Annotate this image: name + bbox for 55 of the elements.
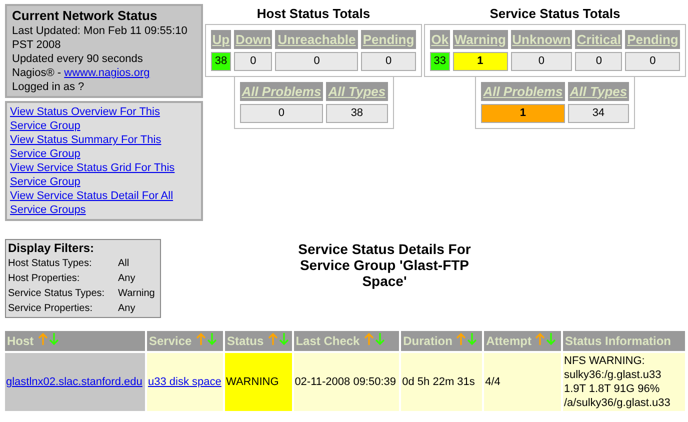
count-cell: 0 <box>575 52 622 70</box>
sort-arrows-icon[interactable] <box>268 332 290 346</box>
status-cell: WARNING <box>225 353 292 411</box>
count-cell: 1 <box>452 52 508 70</box>
column-header: Last Check <box>294 331 400 351</box>
section-title: Host Status Totals <box>256 5 370 23</box>
view-link[interactable]: View Status Summary For This Service Group <box>10 133 198 161</box>
website-link[interactable]: wwww.nagios.org <box>64 67 150 79</box>
column-header: Status Information <box>563 331 685 351</box>
sort-arrows-icon[interactable] <box>535 332 558 346</box>
view-link[interactable]: View Status Overview For This Service Group <box>10 105 198 133</box>
filters-title: Display Filters: <box>8 241 96 256</box>
count-cell: 34 <box>568 104 629 122</box>
filter-label: Service Properties: <box>8 302 94 316</box>
sort-arrows-icon[interactable] <box>196 332 218 346</box>
column-header: Host <box>5 331 145 351</box>
last-check-cell: 02-11-2008 09:50:39 <box>294 353 400 411</box>
info-text: Logged in as ? <box>12 80 86 94</box>
count-cell: 38 <box>326 104 388 122</box>
count-cell: 33 <box>430 52 450 70</box>
count-cell: 0 <box>625 52 680 70</box>
section-title: Service Status Totals <box>490 5 620 23</box>
sort-arrows-icon[interactable] <box>364 332 386 346</box>
filter-value: Any <box>118 272 136 286</box>
column-header: Duration <box>401 331 482 351</box>
service-link[interactable]: u33 disk space <box>148 376 222 388</box>
column-header: Attempt <box>484 331 561 351</box>
sort-arrows-icon[interactable] <box>38 332 60 346</box>
filter-value: All <box>118 257 130 271</box>
filter-value: Warning <box>118 287 155 301</box>
view-link[interactable]: View Service Status Grid For This Service Group <box>10 161 198 189</box>
status-info-cell: NFS WARNING: sulky36:/g.glast.u33 1.9T 1.8T 91G 96% /a/sulky36/g.glast.u33 <box>563 353 685 411</box>
filter-label: Service Status Types: <box>8 287 106 301</box>
info-text: Last Updated: Mon Feb 11 09:55:10 PST 2008 <box>12 24 188 52</box>
info-text: Updated every 90 seconds <box>12 52 144 66</box>
count-cell: 0 <box>361 52 416 70</box>
filter-value: Any <box>118 302 136 316</box>
column-header: Status <box>225 331 292 351</box>
view-link[interactable]: View Service Status Detail For All Service Groups <box>10 189 198 217</box>
host-link[interactable]: glastlnx02.slac.stanford.edu <box>6 376 142 388</box>
count-cell: 0 <box>240 104 324 122</box>
duration-cell: 0d 5h 22m 31s <box>401 353 482 411</box>
page-heading: Service Status Details For Service Group 'Glast-FTP Space' <box>297 241 472 289</box>
count-cell: 38 <box>211 52 231 70</box>
attempt-cell: 4/4 <box>484 353 561 411</box>
count-cell: 0 <box>510 52 572 70</box>
filter-label: Host Status Types: <box>8 257 93 271</box>
panel-title: Current Network Status <box>12 8 158 24</box>
filter-label: Host Properties: <box>8 272 81 286</box>
count-cell: 1 <box>481 104 565 122</box>
column-header: Service <box>147 331 223 351</box>
sort-arrows-icon[interactable] <box>456 332 478 346</box>
count-cell: 0 <box>275 52 358 70</box>
info-text: Nagios® - <box>12 67 62 79</box>
count-cell: 0 <box>234 52 272 70</box>
